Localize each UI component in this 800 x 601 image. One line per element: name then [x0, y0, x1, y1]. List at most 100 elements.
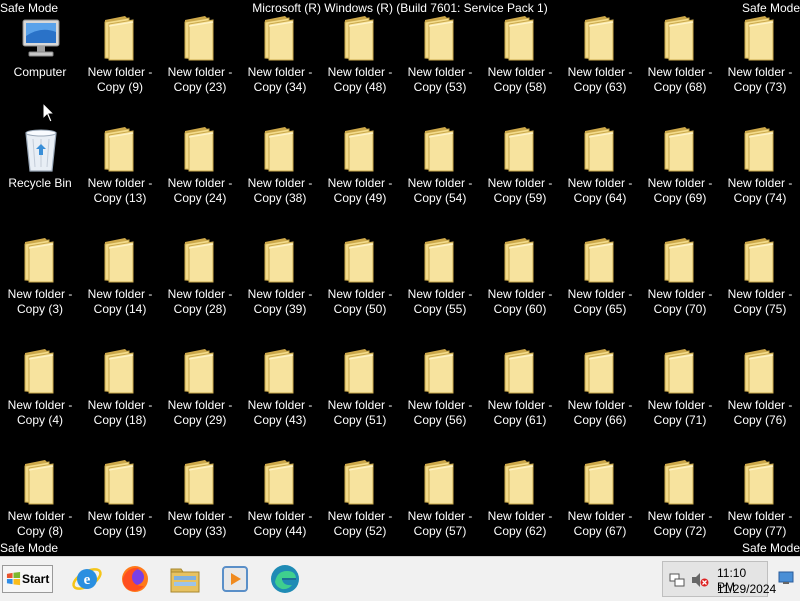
- icon-label: New folder - Copy (38): [247, 176, 313, 205]
- desktop-folder[interactable]: New folder - Copy (9): [80, 8, 160, 112]
- desktop-folder[interactable]: New folder - Copy (24): [160, 119, 240, 223]
- icon-label: New folder - Copy (66): [567, 398, 633, 427]
- folder-icon: [424, 16, 454, 61]
- volume-muted-icon[interactable]: [691, 572, 709, 588]
- desktop-folder[interactable]: New folder - Copy (50): [320, 230, 400, 334]
- desktop-folder[interactable]: New folder - Copy (63): [560, 8, 640, 112]
- folder-icon: [344, 238, 374, 283]
- desktop-folder[interactable]: New folder - Copy (13): [80, 119, 160, 223]
- desktop-folder[interactable]: New folder - Copy (19): [80, 452, 160, 556]
- desktop-folder[interactable]: New folder - Copy (74): [720, 119, 800, 223]
- desktop-folder[interactable]: New folder - Copy (51): [320, 341, 400, 445]
- desktop-folder[interactable]: New folder - Copy (68): [640, 8, 720, 112]
- edge-icon[interactable]: [268, 562, 302, 596]
- icon-label: New folder - Copy (43): [247, 398, 313, 427]
- folder-icon: [344, 349, 374, 394]
- show-desktop-icon[interactable]: [778, 571, 794, 585]
- folder-icon: [664, 460, 694, 505]
- network-icon[interactable]: [669, 572, 685, 588]
- desktop-folder[interactable]: New folder - Copy (53): [400, 8, 480, 112]
- desktop-folder[interactable]: New folder - Copy (66): [560, 341, 640, 445]
- desktop-folder[interactable]: New folder - Copy (18): [80, 341, 160, 445]
- icon-label: New folder - Copy (72): [647, 509, 713, 538]
- icon-label: New folder - Copy (57): [407, 509, 473, 538]
- folder-icon: [264, 460, 294, 505]
- desktop-folder[interactable]: New folder - Copy (23): [160, 8, 240, 112]
- folder-icon: [104, 349, 134, 394]
- desktop-folder[interactable]: New folder - Copy (70): [640, 230, 720, 334]
- folder-icon: [424, 349, 454, 394]
- desktop-folder[interactable]: New folder - Copy (59): [480, 119, 560, 223]
- icon-label: New folder - Copy (71): [647, 398, 713, 427]
- icon-label: Recycle Bin: [8, 176, 72, 190]
- icon-label: New folder - Copy (70): [647, 287, 713, 316]
- desktop-folder[interactable]: New folder - Copy (57): [400, 452, 480, 556]
- internet-explorer-icon[interactable]: e: [70, 562, 104, 596]
- icon-label: New folder - Copy (34): [247, 65, 313, 94]
- computer-icon: [22, 19, 60, 57]
- desktop-folder[interactable]: New folder - Copy (34): [240, 8, 320, 112]
- desktop-folder[interactable]: New folder - Copy (72): [640, 452, 720, 556]
- folder-icon: [424, 460, 454, 505]
- desktop-folder[interactable]: New folder - Copy (28): [160, 230, 240, 334]
- icon-label: New folder - Copy (61): [487, 398, 553, 427]
- folder-icon: [744, 460, 774, 505]
- desktop-folder[interactable]: New folder - Copy (55): [400, 230, 480, 334]
- desktop-folder[interactable]: New folder - Copy (44): [240, 452, 320, 556]
- folder-icon: [664, 349, 694, 394]
- desktop-folder[interactable]: New folder - Copy (62): [480, 452, 560, 556]
- desktop-folder[interactable]: New folder - Copy (73): [720, 8, 800, 112]
- icon-label: New folder - Copy (75): [727, 287, 793, 316]
- desktop-folder[interactable]: New folder - Copy (48): [320, 8, 400, 112]
- desktop-folder[interactable]: New folder - Copy (38): [240, 119, 320, 223]
- folder-icon: [264, 16, 294, 61]
- desktop-folder[interactable]: New folder - Copy (4): [0, 341, 80, 445]
- folder-icon: [664, 16, 694, 61]
- icon-label: New folder - Copy (29): [167, 398, 233, 427]
- desktop-folder[interactable]: New folder - Copy (60): [480, 230, 560, 334]
- desktop-folder[interactable]: New folder - Copy (69): [640, 119, 720, 223]
- desktop-folder[interactable]: New folder - Copy (43): [240, 341, 320, 445]
- desktop-folder[interactable]: New folder - Copy (54): [400, 119, 480, 223]
- desktop-folder[interactable]: New folder - Copy (39): [240, 230, 320, 334]
- folder-icon: [504, 16, 534, 61]
- desktop-icon-computer[interactable]: Computer: [0, 8, 80, 112]
- desktop-folder[interactable]: New folder - Copy (64): [560, 119, 640, 223]
- desktop-folder[interactable]: New folder - Copy (29): [160, 341, 240, 445]
- icon-label: New folder - Copy (74): [727, 176, 793, 205]
- desktop-folder[interactable]: New folder - Copy (65): [560, 230, 640, 334]
- desktop-folder[interactable]: New folder - Copy (49): [320, 119, 400, 223]
- desktop-folder[interactable]: New folder - Copy (56): [400, 341, 480, 445]
- folder-icon: [184, 127, 214, 172]
- start-button[interactable]: Start: [2, 565, 53, 593]
- desktop-folder[interactable]: New folder - Copy (61): [480, 341, 560, 445]
- icon-label: New folder - Copy (56): [407, 398, 473, 427]
- folder-icon: [744, 349, 774, 394]
- desktop-folder[interactable]: New folder - Copy (76): [720, 341, 800, 445]
- firefox-icon[interactable]: [118, 562, 152, 596]
- icon-label: New folder - Copy (39): [247, 287, 313, 316]
- desktop-folder[interactable]: New folder - Copy (52): [320, 452, 400, 556]
- desktop-folder[interactable]: New folder - Copy (67): [560, 452, 640, 556]
- desktop-folder[interactable]: New folder - Copy (3): [0, 230, 80, 334]
- media-player-icon[interactable]: [218, 562, 252, 596]
- folder-icon: [344, 460, 374, 505]
- icon-label: New folder - Copy (23): [167, 65, 233, 94]
- folder-icon: [664, 238, 694, 283]
- desktop-folder[interactable]: New folder - Copy (71): [640, 341, 720, 445]
- desktop-folder[interactable]: New folder - Copy (33): [160, 452, 240, 556]
- folder-icon: [264, 238, 294, 283]
- windows-explorer-icon[interactable]: [168, 562, 202, 596]
- clock-date[interactable]: 11/29/2024: [717, 582, 776, 596]
- recycle-bin-icon: [25, 129, 57, 172]
- desktop-icon-recycle-bin[interactable]: Recycle Bin: [0, 119, 80, 223]
- folder-icon: [104, 127, 134, 172]
- icon-label: New folder - Copy (64): [567, 176, 633, 205]
- folder-icon: [424, 238, 454, 283]
- desktop-folder[interactable]: New folder - Copy (14): [80, 230, 160, 334]
- icon-label: New folder - Copy (77): [727, 509, 793, 538]
- folder-icon: [584, 127, 614, 172]
- desktop-folder[interactable]: New folder - Copy (58): [480, 8, 560, 112]
- icon-label: New folder - Copy (24): [167, 176, 233, 205]
- desktop-folder[interactable]: New folder - Copy (75): [720, 230, 800, 334]
